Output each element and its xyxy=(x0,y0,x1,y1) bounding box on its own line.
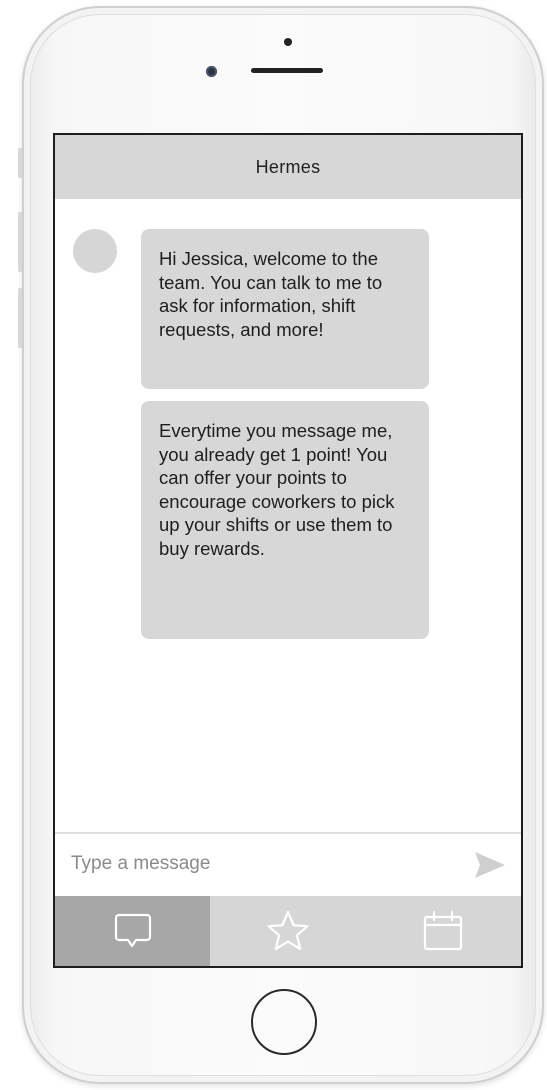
home-button[interactable] xyxy=(251,989,317,1055)
volume-down-button xyxy=(18,288,22,348)
tab-chat[interactable] xyxy=(55,896,210,966)
message-input[interactable] xyxy=(71,846,451,882)
chat-bubble-icon xyxy=(114,913,151,948)
calendar-icon xyxy=(423,910,463,951)
tab-rewards[interactable] xyxy=(210,896,365,966)
volume-up-button xyxy=(18,212,22,272)
star-icon xyxy=(266,910,309,951)
send-arrow-icon xyxy=(475,852,505,878)
chat-header: Hermes xyxy=(55,135,521,199)
chat-title: Hermes xyxy=(255,156,321,177)
front-camera xyxy=(206,66,217,77)
tab-calendar[interactable] xyxy=(365,896,521,966)
message-bubble: Everytime you message me, you already ge… xyxy=(141,401,429,639)
send-button[interactable] xyxy=(473,850,507,880)
bottom-tab-bar xyxy=(55,896,521,966)
message-bubble: Hi Jessica, welcome to the team. You can… xyxy=(141,229,429,389)
proximity-sensor xyxy=(284,38,292,46)
earpiece-speaker xyxy=(251,68,323,73)
message-composer xyxy=(55,834,521,896)
app-screen: Hermes Hi Jessica, welcome to the team. … xyxy=(53,133,523,968)
mute-switch xyxy=(18,148,22,178)
bot-avatar xyxy=(73,229,117,273)
